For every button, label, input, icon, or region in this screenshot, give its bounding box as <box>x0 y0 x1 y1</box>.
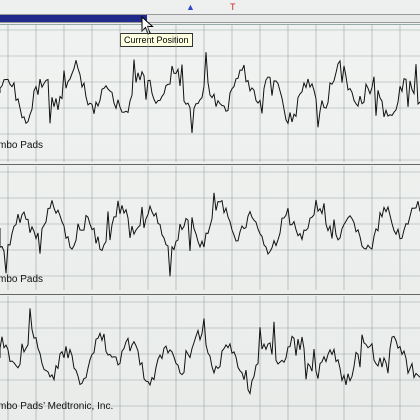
timeline-bar[interactable]: ▲ T <box>0 0 420 25</box>
channel-divider <box>0 164 420 165</box>
ecg-viewer: ▲ T Current Position mbo Pads mbo Pads m… <box>0 0 420 420</box>
ecg-channel-2: mbo Pads <box>0 166 420 290</box>
waveform-trace <box>0 308 420 396</box>
channel-label-3: mbo Pads’ Medtronic, Inc. <box>0 401 114 412</box>
channel-divider <box>0 294 420 295</box>
ecg-waveform-1 <box>0 24 420 162</box>
ecg-waveform-2 <box>0 166 420 290</box>
ecg-channel-1: mbo Pads <box>0 24 420 162</box>
ecg-channel-3: mbo Pads’ Medtronic, Inc. <box>0 296 420 420</box>
position-scrubber[interactable] <box>0 14 420 23</box>
waveform-trace <box>0 52 420 134</box>
position-progress-fill <box>0 15 147 22</box>
waveform-trace <box>0 192 420 277</box>
channel-label-2: mbo Pads <box>0 274 44 285</box>
red-event-marker-icon[interactable]: T <box>230 3 236 12</box>
grid <box>0 166 420 290</box>
blue-event-marker-icon[interactable]: ▲ <box>186 3 195 12</box>
channel-label-1: mbo Pads <box>0 140 44 151</box>
